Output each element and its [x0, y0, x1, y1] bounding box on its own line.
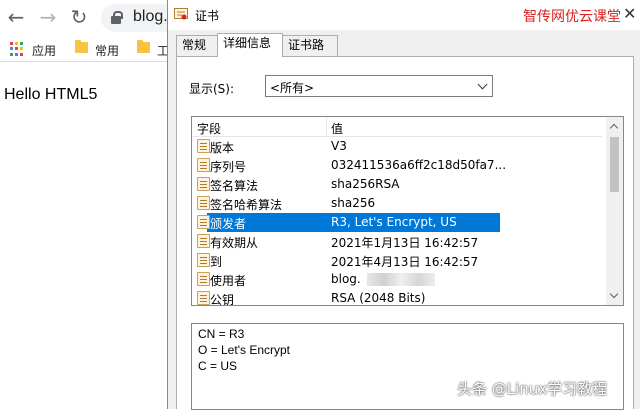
row-value: 032411536a6ff2c18d50fa7...: [331, 158, 507, 172]
show-label: 显示(S):: [189, 82, 235, 96]
field-icon: [197, 196, 210, 210]
field-icon: [197, 158, 210, 172]
url-text: blog.: [133, 8, 168, 25]
tab-details[interactable]: 详细信息: [217, 33, 283, 57]
list-row[interactable]: 公钥 RSA (2048 Bits): [192, 289, 602, 306]
column-divider[interactable]: [326, 117, 327, 137]
apps-grid-dot: [15, 47, 18, 51]
apps-grid-icon[interactable]: [10, 42, 24, 56]
dialog-title: 证书: [195, 9, 220, 23]
field-icon: [197, 253, 210, 267]
column-header-field[interactable]: 字段: [197, 120, 221, 137]
apps-grid-dot: [10, 52, 13, 56]
row-value: sha256RSA: [331, 177, 400, 191]
apps-grid-dot: [10, 42, 13, 45]
folder-icon: [75, 40, 88, 53]
details-panel: 显示(S): <所有> 字段 值 版本 V3 序列号 032411536a6ff…: [176, 56, 634, 410]
apps-grid-dot: [15, 52, 18, 56]
list-row[interactable]: 签名哈希算法 sha256: [192, 194, 602, 213]
row-value: blog.: [331, 272, 361, 286]
watermark-text: 智传网优云课堂: [523, 9, 621, 25]
list-row[interactable]: 有效期从 2021年1月13日 16:42:57: [192, 232, 602, 251]
row-field: 公钥: [210, 293, 235, 306]
row-field: 到: [210, 255, 223, 269]
scroll-up-icon[interactable]: [609, 123, 619, 133]
field-icon: [197, 139, 210, 153]
list-row[interactable]: 使用者 blog.: [192, 270, 602, 289]
list-row[interactable]: 序列号 032411536a6ff2c18d50fa7...: [192, 156, 602, 175]
row-value: 2021年1月13日 16:42:57: [331, 236, 479, 250]
row-field: 颁发者: [210, 217, 247, 231]
vertical-scrollbar[interactable]: [606, 117, 623, 305]
dialog-titlebar[interactable]: 证书 智传网优云课堂 ✕: [168, 0, 640, 30]
detail-line: CN = R3: [198, 327, 245, 341]
row-field: 签名哈希算法: [210, 198, 283, 212]
bookmark-common[interactable]: 常用: [95, 42, 119, 59]
apps-grid-dot: [20, 52, 23, 56]
row-field: 签名算法: [210, 179, 259, 193]
row-field: 有效期从: [210, 236, 259, 250]
certificate-dialog: 证书 智传网优云课堂 ✕ 常规 详细信息 证书路径 显示(S): <所有> 字段…: [167, 0, 640, 410]
list-row-selected[interactable]: 颁发者 R3, Let's Encrypt, US: [192, 213, 602, 232]
show-dropdown-value: <所有>: [270, 81, 315, 95]
scroll-thumb[interactable]: [610, 137, 619, 192]
credit-watermark: 头条 @Linux学习教程: [457, 380, 608, 398]
apps-grid-dot: [20, 42, 23, 45]
row-value: V3: [331, 139, 347, 153]
redacted-blur: [367, 273, 435, 286]
field-list[interactable]: 字段 值 版本 V3 序列号 032411536a6ff2c18d50fa7..…: [191, 116, 624, 306]
list-row[interactable]: 签名算法 sha256RSA: [192, 175, 602, 194]
field-icon: [197, 291, 210, 305]
back-arrow-icon[interactable]: ←: [4, 5, 28, 29]
reload-icon[interactable]: ↻: [67, 5, 91, 29]
certificate-icon: [174, 8, 188, 20]
scroll-down-icon[interactable]: [609, 289, 619, 299]
row-value: RSA (2048 Bits): [331, 291, 426, 305]
list-row[interactable]: 到 2021年4月13日 16:42:57: [192, 251, 602, 270]
list-header: 字段 值: [192, 117, 602, 137]
list-row[interactable]: 版本 V3: [192, 137, 602, 156]
field-icon: [197, 177, 210, 191]
page-heading: Hello HTML5: [4, 86, 98, 103]
field-icon: [197, 234, 210, 248]
folder-icon: [137, 40, 150, 53]
tab-general[interactable]: 常规: [176, 35, 218, 56]
row-field: 序列号: [210, 160, 247, 174]
detail-line: C = US: [198, 359, 238, 373]
chevron-down-icon: [477, 79, 488, 90]
show-dropdown[interactable]: <所有>: [265, 75, 493, 97]
row-field: 使用者: [210, 274, 247, 288]
bookmark-apps[interactable]: 应用: [32, 42, 56, 59]
row-value: R3, Let's Encrypt, US: [331, 215, 457, 229]
lock-icon[interactable]: [111, 11, 123, 24]
row-value: 2021年4月13日 16:42:57: [331, 255, 479, 269]
row-value: sha256: [331, 196, 376, 210]
column-header-value[interactable]: 值: [331, 120, 343, 137]
apps-grid-dot: [20, 47, 23, 51]
field-icon: [197, 272, 210, 286]
apps-grid-dot: [10, 47, 13, 51]
apps-grid-dot: [15, 42, 18, 45]
forward-arrow-icon[interactable]: →: [36, 5, 60, 29]
detail-line: O = Let's Encrypt: [198, 343, 290, 357]
row-field: 版本: [210, 141, 235, 155]
close-icon[interactable]: ✕: [623, 4, 636, 23]
tab-cert-path[interactable]: 证书路径: [282, 35, 338, 71]
field-icon: [197, 215, 210, 229]
